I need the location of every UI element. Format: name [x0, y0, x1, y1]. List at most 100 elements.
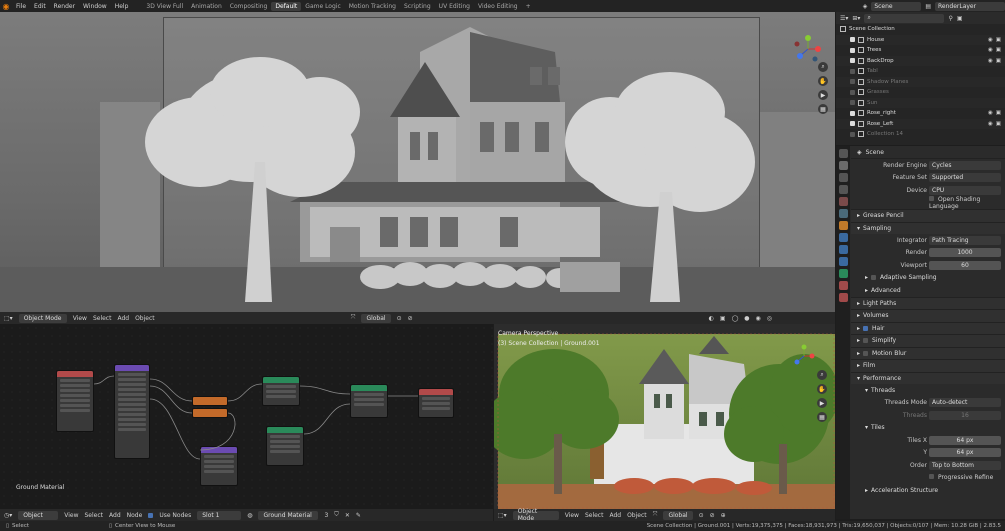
outliner-item-grasses[interactable]: Grasses — [836, 87, 1005, 98]
camera-view[interactable]: Camera Perspective (3) Scene Collection … — [494, 324, 835, 509]
menu-edit[interactable]: Edit — [30, 3, 50, 10]
node-image-texture-b[interactable] — [192, 408, 228, 418]
snap-icon[interactable]: ⊙ — [397, 315, 402, 322]
render-tab-icon[interactable] — [838, 161, 848, 170]
render-engine-dropdown[interactable]: Cycles — [929, 160, 1001, 170]
add-workspace-icon[interactable]: + — [522, 2, 535, 11]
hair-checkbox[interactable] — [863, 325, 869, 331]
section-light-paths[interactable]: ▸ Light Paths — [851, 296, 1005, 309]
camera-pan-icon[interactable]: ✋ — [817, 384, 827, 394]
section-performance[interactable]: ▾ Performance — [851, 371, 1005, 384]
material-field[interactable]: Ground Material — [258, 510, 319, 520]
render-icon[interactable]: ▣ — [996, 121, 1001, 127]
threads-count-field[interactable]: 16 — [929, 410, 1001, 420]
shading-solid-icon[interactable]: ● — [744, 315, 749, 322]
tab-default[interactable]: Default — [271, 1, 302, 11]
outliner-item-backdrop[interactable]: BackDrop ◉ ▣ — [836, 55, 1005, 66]
outliner-item-sun[interactable]: Sun — [836, 97, 1005, 108]
menu-select[interactable]: Select — [85, 512, 104, 519]
tab-video-editing[interactable]: Video Editing — [474, 2, 522, 11]
outliner-item-trees[interactable]: Trees ◉ ▣ — [836, 45, 1005, 56]
enable-checkbox[interactable] — [850, 58, 855, 64]
use-nodes-checkbox[interactable] — [148, 512, 154, 518]
enable-checkbox[interactable] — [850, 37, 855, 43]
viewport-3d[interactable]: ⌕ ✋ ▶ ▦ — [0, 12, 835, 324]
menu-help[interactable]: Help — [111, 3, 133, 10]
material-sphere-icon[interactable]: ◍ — [247, 512, 252, 519]
section-threads[interactable]: ▾ Threads — [851, 384, 1005, 397]
shading-rendered-icon[interactable]: ◎ — [767, 315, 772, 322]
particles-tab-icon[interactable] — [838, 245, 848, 254]
tool-tab-icon[interactable] — [838, 149, 848, 158]
filter-icon[interactable]: ⚲ — [948, 15, 952, 22]
object-type-dropdown[interactable]: Object — [18, 510, 59, 520]
section-adaptive-sampling[interactable]: ▸ Adaptive Sampling — [851, 272, 1005, 285]
world-tab-icon[interactable] — [838, 209, 848, 218]
enable-checkbox[interactable] — [850, 68, 855, 74]
osl-checkbox[interactable] — [929, 195, 934, 201]
node-texture-coordinate[interactable] — [56, 370, 94, 432]
section-hair[interactable]: ▸ Hair — [851, 321, 1005, 334]
xray-icon[interactable]: ▣ — [720, 315, 726, 322]
threads-mode-dropdown[interactable]: Auto-detect — [929, 398, 1001, 408]
zoom-icon[interactable]: ⌕ — [818, 62, 828, 72]
outliner-item-collection-14[interactable]: Collection 14 — [836, 129, 1005, 140]
outliner-item-shadow-planes[interactable]: Shadow Planes — [836, 76, 1005, 87]
menu-select[interactable]: Select — [93, 315, 112, 322]
section-tiles[interactable]: ▾ Tiles — [851, 422, 1005, 435]
feature-set-dropdown[interactable]: Supported — [929, 173, 1001, 183]
view-layer-tab-icon[interactable] — [838, 185, 848, 194]
enable-checkbox[interactable] — [850, 131, 855, 137]
section-film[interactable]: ▸ Film — [851, 359, 1005, 372]
node-mapping[interactable] — [114, 364, 150, 459]
enable-checkbox[interactable] — [850, 110, 855, 116]
unlink-icon[interactable]: ✕ — [345, 512, 350, 519]
blender-logo-icon[interactable]: ◉ — [0, 0, 12, 12]
editor-type-icon[interactable]: ☰▾ — [840, 15, 848, 22]
view-layer-icon[interactable]: ▤ — [925, 3, 931, 10]
modifier-tab-icon[interactable] — [838, 233, 848, 242]
shading-wire-icon[interactable]: ◯ — [732, 315, 739, 322]
enable-checkbox[interactable] — [850, 79, 855, 85]
outliner-item-rose-right[interactable]: Rose_right ◉ ▣ — [836, 108, 1005, 119]
render-icon[interactable]: ▣ — [996, 37, 1001, 43]
enable-checkbox[interactable] — [850, 47, 855, 53]
enable-checkbox[interactable] — [850, 121, 855, 127]
node-bump[interactable] — [262, 376, 300, 406]
proportional-edit-icon[interactable]: ⊘ — [408, 315, 413, 322]
eye-icon[interactable]: ◉ — [988, 110, 993, 116]
view-layer-field[interactable]: RenderLayer — [935, 1, 1005, 11]
object-mode-dropdown[interactable]: Object Mode — [18, 313, 67, 323]
camera-zoom-icon[interactable]: ⌕ — [817, 370, 827, 380]
proportional-edit-icon[interactable]: ⊘ — [710, 512, 715, 519]
texture-tab-icon[interactable] — [838, 293, 848, 302]
menu-add[interactable]: Add — [109, 512, 121, 519]
node-image-texture-a[interactable] — [192, 396, 228, 406]
order-dropdown[interactable]: Top to Bottom — [929, 460, 1001, 470]
outliner-item-house[interactable]: House ◉ ▣ — [836, 34, 1005, 45]
outliner-root[interactable]: Scene Collection — [836, 24, 1005, 35]
menu-view[interactable]: View — [73, 315, 87, 322]
outliner-search-input[interactable]: ⌕ — [864, 13, 945, 23]
navigation-gizmo-icon[interactable] — [793, 34, 823, 64]
eye-icon[interactable]: ◉ — [988, 58, 993, 64]
scene-field[interactable]: Scene — [871, 1, 922, 11]
menu-view[interactable]: View — [64, 512, 78, 519]
menu-render[interactable]: Render — [50, 3, 79, 10]
section-volumes[interactable]: ▸ Volumes — [851, 309, 1005, 322]
editor-type-icon[interactable]: ⬚▾ — [4, 315, 13, 322]
tiles-y-field[interactable]: 64 px — [929, 448, 1001, 458]
menu-view[interactable]: View — [565, 512, 579, 519]
section-sampling[interactable]: ▾ Sampling — [851, 221, 1005, 234]
tab-compositing[interactable]: Compositing — [226, 2, 272, 11]
menu-select[interactable]: Select — [585, 512, 604, 519]
transform-orientation-icon[interactable]: ⤧ — [351, 314, 356, 322]
node-editor[interactable]: Ground Material — [0, 324, 493, 519]
section-advanced[interactable]: ▸ Advanced — [851, 284, 1005, 297]
node-mix-shader[interactable] — [350, 384, 388, 418]
section-motion-blur[interactable]: ▸ Motion Blur — [851, 346, 1005, 359]
adaptive-sampling-checkbox[interactable] — [871, 275, 877, 281]
section-grease-pencil[interactable]: ▸ Grease Pencil — [851, 209, 1005, 222]
transform-orientation-dropdown[interactable]: Global — [663, 510, 693, 520]
motion-blur-checkbox[interactable] — [863, 350, 869, 356]
